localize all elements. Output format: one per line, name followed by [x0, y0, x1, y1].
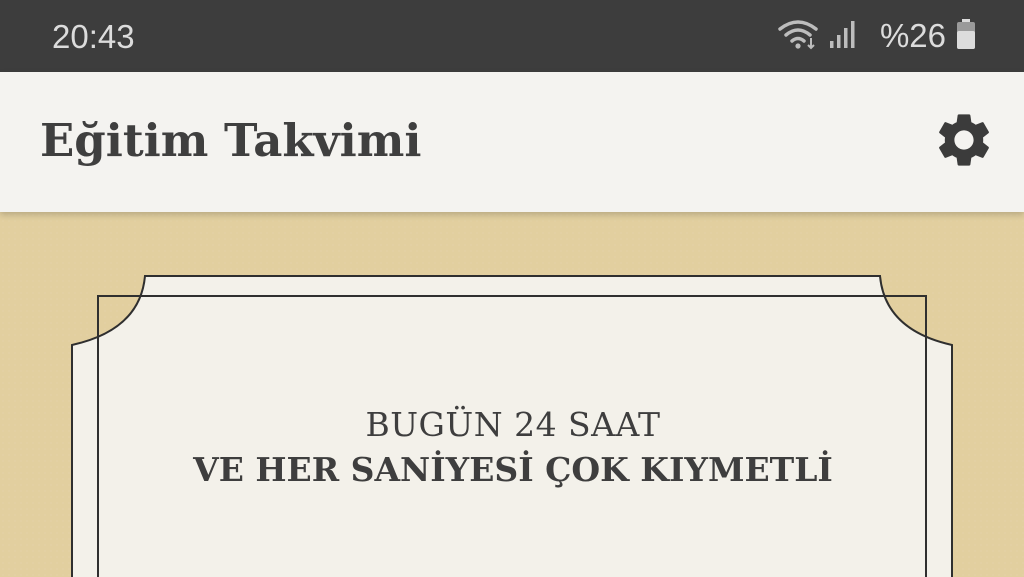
settings-button[interactable]: [930, 108, 998, 176]
status-bar: 20:43 %26: [0, 0, 1024, 72]
card-line-2: VE HER SANİYESİ ÇOK KIYMETLİ: [193, 450, 833, 489]
signal-icon: [828, 19, 856, 53]
gear-icon: [932, 108, 996, 176]
quote-card: [71, 275, 953, 577]
app-bar: Eğitim Takvimi: [0, 72, 1024, 212]
wifi-icon: [778, 18, 818, 54]
status-time: 20:43: [52, 18, 135, 55]
battery-icon: [956, 18, 976, 54]
card-line-1: BUGÜN 24 SAAT: [365, 405, 661, 444]
card-text: BUGÜN 24 SAAT VE HER SANİYESİ ÇOK KIYMET…: [100, 405, 926, 489]
battery-percent: %26: [879, 17, 946, 54]
status-icons: %26: [778, 16, 976, 56]
app-title: Eğitim Takvimi: [40, 114, 422, 167]
